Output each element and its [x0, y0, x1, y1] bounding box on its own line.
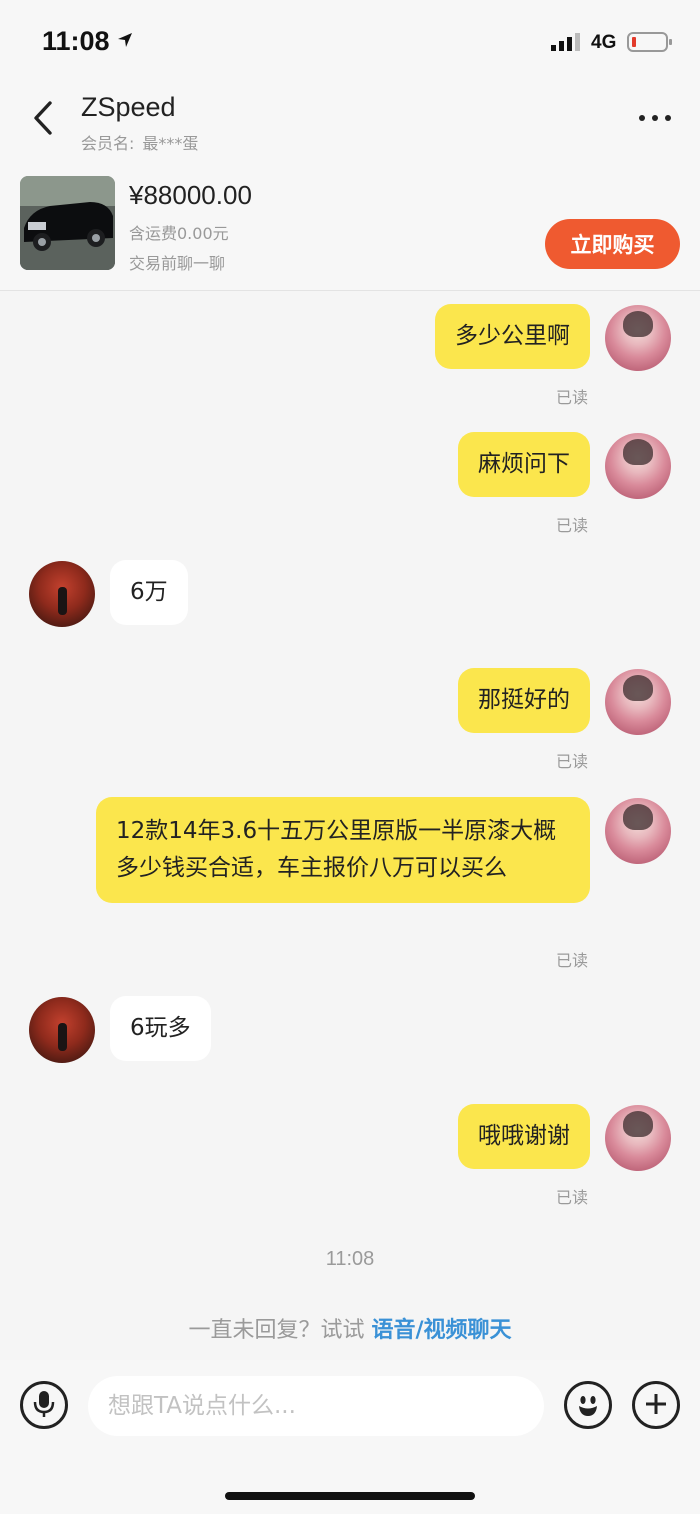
peer-avatar[interactable] [29, 997, 95, 1063]
my-avatar[interactable] [605, 798, 671, 864]
call-suggestion-text: 一直未回复？试试 [188, 1318, 372, 1343]
member-name: 最***蛋 [142, 134, 199, 153]
call-suggestion: 一直未回复？试试 语音/视频聊天 [0, 1312, 700, 1344]
message-bubble-mine[interactable]: 那挺好的 [458, 668, 590, 733]
chat-header: ZSpeed 会员名: 最***蛋 [0, 80, 700, 164]
message-bubble-mine[interactable]: 12款14年3.6十五万公里原版一半原漆大概多少钱买合适，车主报价八万可以买么 [96, 797, 590, 903]
my-avatar[interactable] [605, 1105, 671, 1171]
back-button[interactable] [20, 94, 64, 144]
voice-video-call-link[interactable]: 语音/视频聊天 [371, 1318, 511, 1343]
more-dots-icon-dot [652, 115, 658, 121]
battery-icon [627, 32, 673, 56]
buy-now-button[interactable]: 立即购买 [545, 219, 680, 269]
time-divider: 11:08 [325, 1248, 375, 1270]
more-options-button[interactable] [630, 106, 680, 130]
plus-icon [643, 1391, 669, 1420]
my-avatar[interactable] [605, 433, 671, 499]
message-input[interactable] [88, 1376, 544, 1436]
read-receipt: 已读 [556, 516, 589, 535]
status-time: 11:08 [42, 26, 110, 56]
signal-bars-icon [551, 33, 583, 55]
product-hint: 交易前聊一聊 [129, 254, 226, 273]
my-avatar[interactable] [605, 305, 671, 371]
more-dots-icon [639, 115, 645, 121]
member-label: 会员名: [81, 134, 135, 153]
network-type: 4G [591, 32, 617, 53]
message-bubble-mine[interactable]: 哦哦谢谢 [458, 1104, 590, 1169]
chevron-left-icon [31, 100, 53, 139]
read-receipt: 已读 [556, 388, 589, 407]
location-arrow-icon [117, 32, 133, 52]
product-card[interactable]: ¥88000.00 含运费0.00元 交易前聊一聊 立即购买 [0, 164, 700, 291]
read-receipt: 已读 [556, 752, 589, 771]
message-list[interactable]: 多少公里啊 已读 麻烦问下 已读 6万 那挺好的 已读 12款14年3.6十五万… [0, 292, 700, 1360]
message-bubble-peer[interactable]: 6万 [110, 560, 188, 625]
message-bubble-mine[interactable]: 麻烦问下 [458, 432, 590, 497]
product-thumbnail[interactable] [20, 176, 115, 270]
product-price: ¥88000.00 [129, 180, 252, 210]
read-receipt: 已读 [556, 1188, 589, 1207]
more-dots-icon-dot [665, 115, 671, 121]
member-info: 会员名: 最***蛋 [81, 130, 198, 154]
microphone-icon [33, 1390, 55, 1421]
input-bar [0, 1360, 700, 1514]
my-avatar[interactable] [605, 669, 671, 735]
peer-avatar[interactable] [29, 561, 95, 627]
message-bubble-peer[interactable]: 6玩多 [110, 996, 211, 1061]
voice-input-button[interactable] [20, 1381, 68, 1429]
chat-title: ZSpeed [81, 92, 176, 122]
smiley-icon [573, 1389, 603, 1422]
add-attachment-button[interactable] [632, 1381, 680, 1429]
home-indicator [225, 1492, 475, 1500]
message-bubble-mine[interactable]: 多少公里啊 [435, 304, 590, 369]
status-bar: 11:08 4G [0, 0, 700, 80]
read-receipt: 已读 [556, 951, 589, 970]
emoji-button[interactable] [564, 1381, 612, 1429]
product-shipping: 含运费0.00元 [129, 224, 229, 243]
